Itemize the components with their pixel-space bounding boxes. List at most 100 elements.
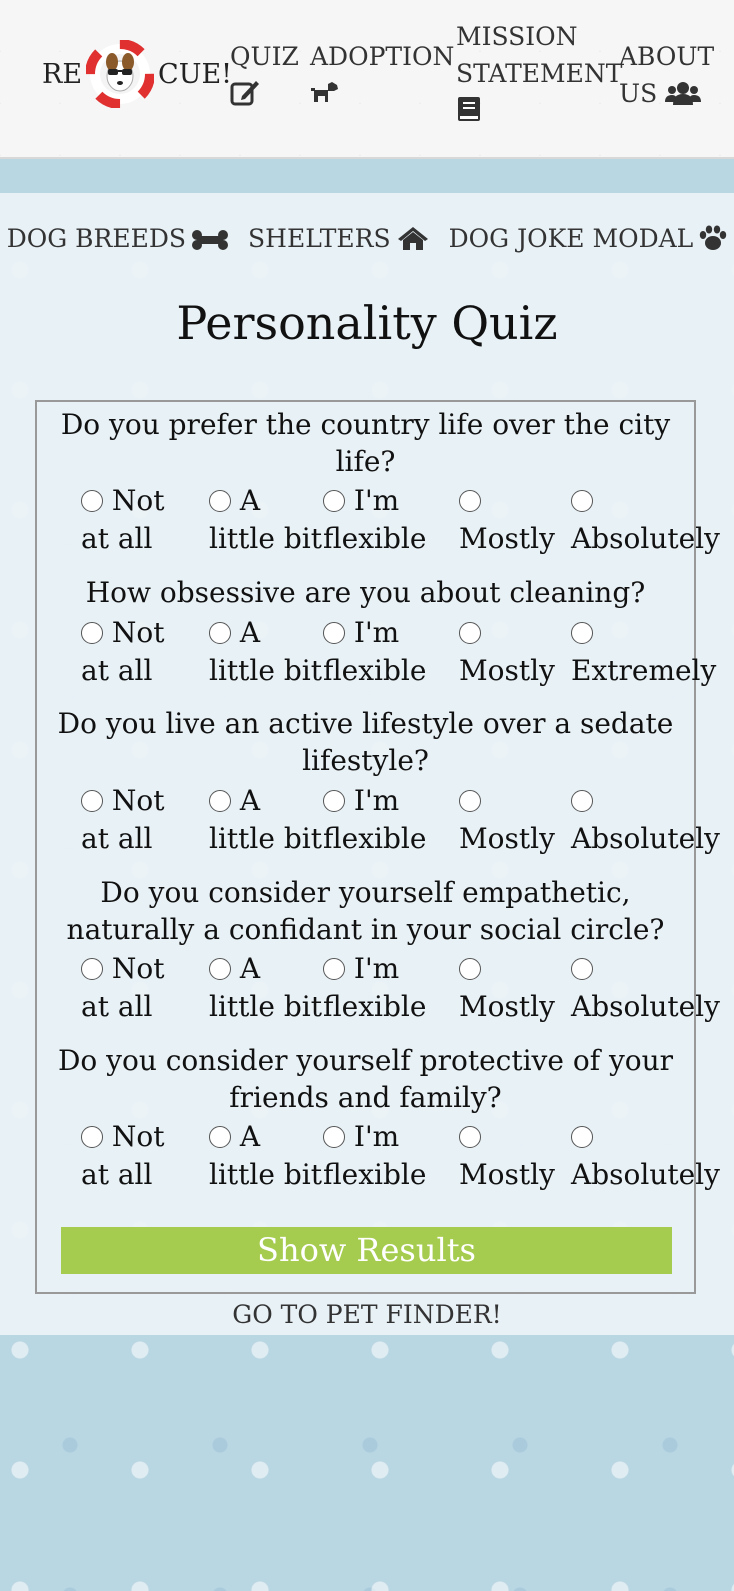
book-icon — [456, 92, 622, 129]
radio-button[interactable] — [323, 790, 345, 812]
radio-button[interactable] — [323, 958, 345, 980]
radio-button[interactable] — [209, 622, 231, 644]
answer-options: Not at all A little bit I'm flexible Mos… — [81, 950, 720, 1030]
radio-button[interactable] — [209, 1126, 231, 1148]
radio-button[interactable] — [209, 790, 231, 812]
answer-option[interactable]: Extremely — [571, 614, 716, 690]
subnav-dog-joke-label: DOG JOKE MODAL — [448, 223, 694, 253]
answer-option-label: Extremely — [571, 654, 717, 687]
answer-option[interactable]: Not at all — [81, 950, 201, 1026]
answer-option[interactable]: Not at all — [81, 614, 201, 690]
answer-option[interactable]: Mostly — [459, 782, 579, 858]
answer-option[interactable]: A little bit — [209, 782, 329, 858]
answer-option-label: Mostly — [459, 1158, 555, 1191]
radio-button[interactable] — [81, 490, 103, 512]
answer-option[interactable]: Not at all — [81, 1118, 201, 1194]
question-text: Do you consider yourself protective of y… — [57, 1044, 674, 1114]
radio-button[interactable] — [459, 622, 481, 644]
answer-option[interactable]: Not at all — [81, 782, 201, 858]
radio-button[interactable] — [81, 958, 103, 980]
question-text: How obsessive are you about cleaning? — [85, 576, 646, 609]
brand-logo[interactable]: RE CUE! — [42, 39, 233, 109]
nav-about-us[interactable]: ABOUT US — [619, 38, 714, 112]
radio-button[interactable] — [323, 490, 345, 512]
radio-button[interactable] — [459, 1126, 481, 1148]
answer-option[interactable]: Not at all — [81, 482, 201, 558]
radio-button[interactable] — [323, 1126, 345, 1148]
show-results-button[interactable]: Show Results — [61, 1227, 672, 1274]
radio-button[interactable] — [81, 790, 103, 812]
radio-button[interactable] — [459, 790, 481, 812]
answer-option[interactable]: A little bit — [209, 1118, 329, 1194]
radio-button[interactable] — [81, 1126, 103, 1148]
users-icon — [665, 79, 702, 108]
radio-button[interactable] — [209, 958, 231, 980]
dog-icon — [310, 75, 454, 112]
edit-icon — [230, 75, 299, 112]
question-text: Do you live an active lifestyle over a s… — [57, 707, 674, 777]
answer-option-label: Mostly — [459, 990, 555, 1023]
answer-option-label: Absolutely — [571, 522, 720, 555]
answer-option-label: Absolutely — [571, 990, 720, 1023]
radio-button[interactable] — [571, 790, 593, 812]
nav-quiz[interactable]: QUIZ — [230, 38, 299, 112]
answer-options: Not at all A little bit I'm flexible Mos… — [81, 614, 716, 694]
answer-option-label: Mostly — [459, 822, 555, 855]
nav-quiz-label: QUIZ — [230, 42, 299, 71]
answer-option-label: Absolutely — [571, 822, 720, 855]
answer-option[interactable]: Absolutely — [571, 482, 720, 558]
pet-finder-link[interactable]: GO TO PET FINDER! — [0, 1300, 734, 1329]
subnav-dog-breeds-label: DOG BREEDS — [6, 223, 187, 253]
radio-button[interactable] — [459, 490, 481, 512]
question-text: Do you prefer the country life over the … — [60, 408, 671, 478]
nav-mission-statement[interactable]: MISSION STATEMENT — [456, 18, 622, 129]
nav-mission-label-2: STATEMENT — [456, 59, 623, 88]
answer-option[interactable]: Mostly — [459, 482, 579, 558]
subnav-dog-joke-modal[interactable]: DOG JOKE MODAL — [449, 224, 728, 253]
radio-button[interactable] — [81, 622, 103, 644]
nav-about-label-1: ABOUT — [619, 42, 715, 71]
answer-option[interactable]: Absolutely — [571, 950, 720, 1026]
answer-option[interactable]: I'm flexible — [323, 950, 443, 1026]
page-title: Personality Quiz — [176, 296, 558, 350]
answer-option[interactable]: I'm flexible — [323, 614, 443, 690]
radio-button[interactable] — [209, 490, 231, 512]
brand-text-right: CUE! — [158, 58, 233, 90]
answer-option[interactable]: I'm flexible — [323, 1118, 443, 1194]
bone-icon — [192, 229, 229, 250]
answer-option[interactable]: A little bit — [209, 482, 329, 558]
radio-button[interactable] — [571, 1126, 593, 1148]
subnav-shelters[interactable]: SHELTERS — [248, 224, 429, 253]
answer-options: Not at all A little bit I'm flexible Mos… — [81, 782, 720, 862]
question-text: Do you consider yourself empathetic, nat… — [66, 876, 665, 946]
radio-button[interactable] — [323, 622, 345, 644]
subnav-shelters-label: SHELTERS — [248, 223, 391, 253]
radio-button[interactable] — [571, 958, 593, 980]
answer-option[interactable]: I'm flexible — [323, 482, 443, 558]
nav-adoption[interactable]: ADOPTION — [310, 38, 454, 112]
radio-button[interactable] — [459, 958, 481, 980]
radio-button[interactable] — [571, 490, 593, 512]
radio-button[interactable] — [571, 622, 593, 644]
nav-about-label-2: US — [619, 79, 658, 108]
answer-options: Not at all A little bit I'm flexible Mos… — [81, 1118, 720, 1198]
answer-option[interactable]: Absolutely — [571, 1118, 720, 1194]
answer-option[interactable]: Mostly — [459, 614, 579, 690]
paw-icon — [700, 225, 727, 250]
home-icon — [397, 226, 428, 250]
answer-option[interactable]: I'm flexible — [323, 782, 443, 858]
answer-options: Not at all A little bit I'm flexible Mos… — [81, 482, 720, 562]
subnav-dog-breeds[interactable]: DOG BREEDS — [6, 223, 229, 253]
quiz-form: Do you prefer the country life over the … — [35, 400, 720, 1294]
answer-option[interactable]: Mostly — [459, 950, 579, 1026]
secondary-nav: DOG BREEDS SHELTERS DOG JOKE MODAL — [0, 193, 734, 283]
answer-option-label: Mostly — [459, 654, 555, 687]
nav-mission-label-1: MISSION — [456, 22, 578, 51]
answer-option-label: Mostly — [459, 522, 555, 555]
answer-option-label: Absolutely — [571, 1158, 720, 1191]
answer-option[interactable]: A little bit — [209, 950, 329, 1026]
answer-option[interactable]: Mostly — [459, 1118, 579, 1194]
rescue-dog-logo-icon — [85, 39, 156, 109]
answer-option[interactable]: A little bit — [209, 614, 329, 690]
answer-option[interactable]: Absolutely — [571, 782, 720, 858]
